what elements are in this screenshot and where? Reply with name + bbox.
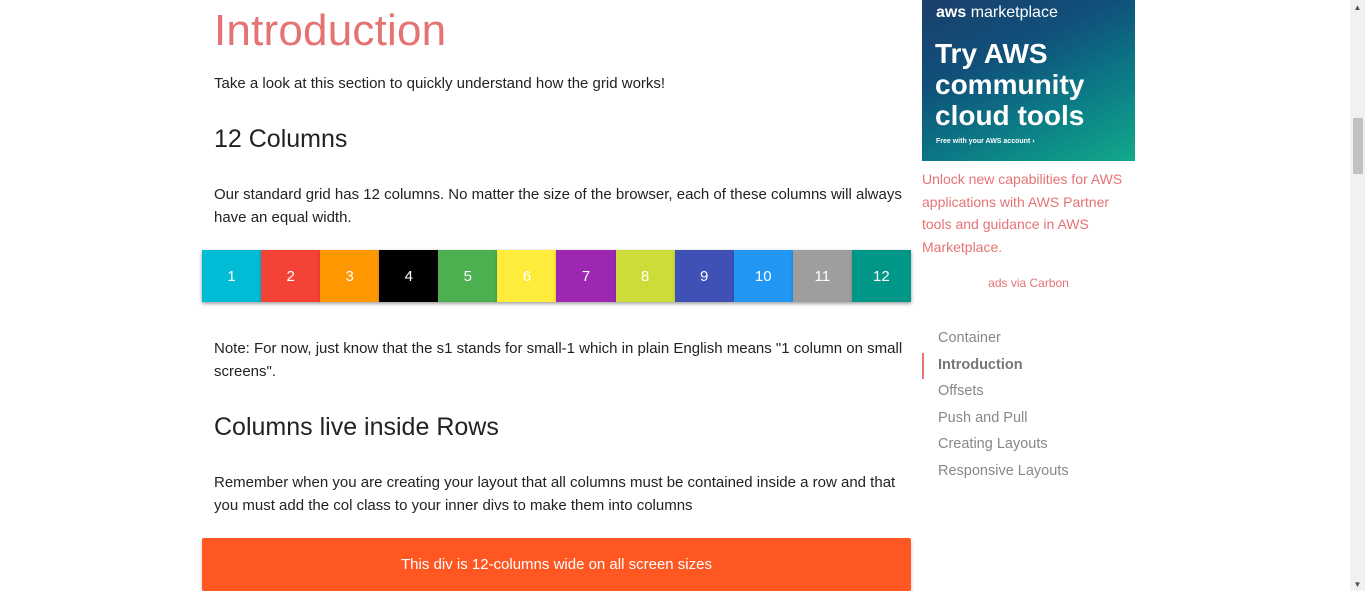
section-text-12-columns: Our standard grid has 12 columns. No mat… — [214, 186, 902, 226]
page-title: Introduction — [214, 6, 447, 55]
grid-column-10: 10 — [733, 250, 793, 302]
grid-column-label: 5 — [463, 267, 473, 285]
grid-column-label: 12 — [873, 267, 890, 285]
grid-column-label: 10 — [754, 267, 772, 285]
ads-via-carbon-link[interactable]: ads via Carbon — [922, 276, 1135, 290]
grid-column-label: 9 — [699, 267, 709, 285]
grid-column-6: 6 — [497, 250, 557, 302]
grid-column-label: 1 — [227, 267, 236, 285]
section-text-rows: Remember when you are creating your layo… — [214, 474, 896, 514]
grid-column-7: 7 — [556, 250, 616, 302]
grid-column-label: 7 — [581, 267, 591, 285]
grid-column-label: 11 — [814, 267, 831, 285]
toc-item-offsets[interactable]: Offsets — [922, 379, 1069, 406]
note-text: Note: For now, just know that the s1 sta… — [214, 340, 903, 380]
intro-text: Take a look at this section to quickly u… — [214, 75, 666, 92]
grid-column-11: 11 — [792, 250, 852, 302]
toc-item-creating-layouts[interactable]: Creating Layouts — [922, 432, 1069, 459]
ad-headline-line-3: cloud tools — [935, 100, 1085, 131]
ad-headline: Try AWS community cloud tools — [935, 38, 1084, 131]
toc-item-push-and-pull[interactable]: Push and Pull — [922, 406, 1069, 433]
grid-column-4: 4 — [379, 250, 439, 302]
scrollbar-thumb[interactable] — [1353, 118, 1363, 174]
grid-column-8: 8 — [615, 250, 675, 302]
table-of-contents: Container Introduction Offsets Push and … — [922, 326, 1069, 485]
grid-column-1: 1 — [202, 250, 262, 302]
ad-footnote: Free with your AWS account › — [936, 138, 1035, 145]
twelve-column-demo-label: This div is 12-columns wide on all scree… — [401, 556, 712, 573]
grid-column-label: 2 — [286, 267, 295, 285]
vertical-scrollbar[interactable]: ▲ ▼ — [1350, 0, 1365, 591]
toc-item-container[interactable]: Container — [922, 326, 1069, 353]
ad-headline-line-2: community — [935, 69, 1085, 100]
grid-column-label: 8 — [640, 267, 650, 285]
grid-column-label: 3 — [345, 267, 354, 285]
toc-item-responsive-layouts[interactable]: Responsive Layouts — [922, 459, 1069, 486]
carbon-ad-banner[interactable]: aws marketplace Try AWS community cloud … — [922, 0, 1135, 161]
ad-description-link[interactable]: Unlock new capabilities for AWS applicat… — [922, 168, 1135, 258]
grid-column-12: 12 — [851, 250, 911, 302]
grid-column-label: 6 — [522, 267, 532, 285]
grid-column-5: 5 — [438, 250, 498, 302]
grid-column-3: 3 — [320, 250, 380, 302]
column-grid-demo: 1 2 3 4 5 6 7 8 9 10 11 12 — [202, 250, 911, 302]
grid-column-label: 4 — [404, 267, 413, 285]
scroll-down-arrow-icon[interactable]: ▼ — [1350, 577, 1365, 591]
toc-item-introduction[interactable]: Introduction — [922, 352, 1069, 379]
grid-column-9: 9 — [674, 250, 734, 302]
grid-column-2: 2 — [261, 250, 321, 302]
scroll-up-arrow-icon[interactable]: ▲ — [1350, 0, 1365, 14]
section-heading-rows: Columns live inside Rows — [214, 413, 499, 441]
twelve-column-demo-bar: This div is 12-columns wide on all scree… — [202, 538, 911, 591]
ad-headline-line-1: Try AWS — [935, 38, 1048, 69]
section-heading-12-columns: 12 Columns — [214, 125, 348, 153]
aws-marketplace-logo: aws marketplace — [936, 4, 1058, 21]
